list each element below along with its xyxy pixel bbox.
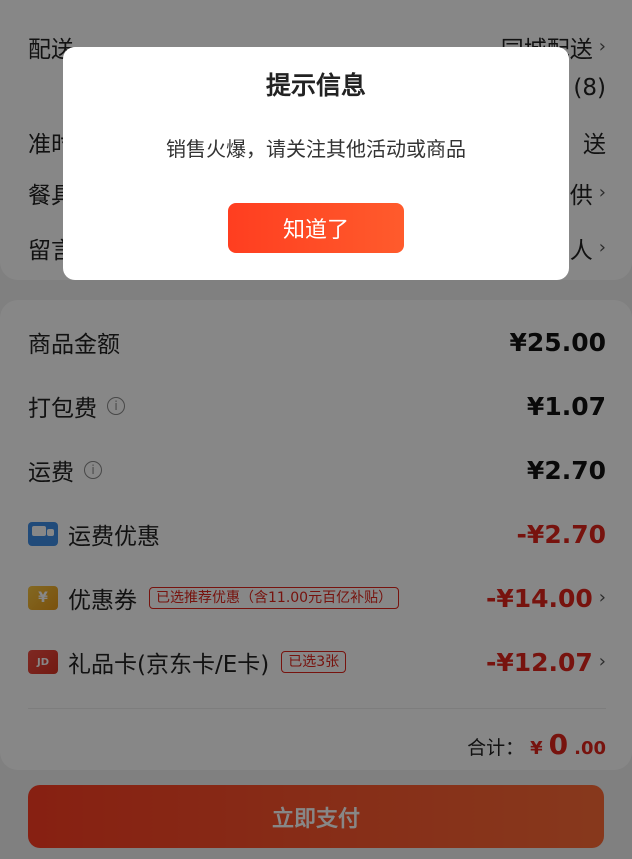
dialog-message: 销售火爆，请关注其他活动或商品 [166, 137, 466, 161]
notice-dialog: 提示信息 销售火爆，请关注其他活动或商品 知道了 [63, 47, 569, 280]
dialog-title: 提示信息 [265, 71, 366, 100]
acknowledge-button[interactable]: 知道了 [228, 203, 404, 253]
checkout-page: 配送 同城配送 › (8) 准时 送 餐具 供 › [0, 0, 632, 859]
